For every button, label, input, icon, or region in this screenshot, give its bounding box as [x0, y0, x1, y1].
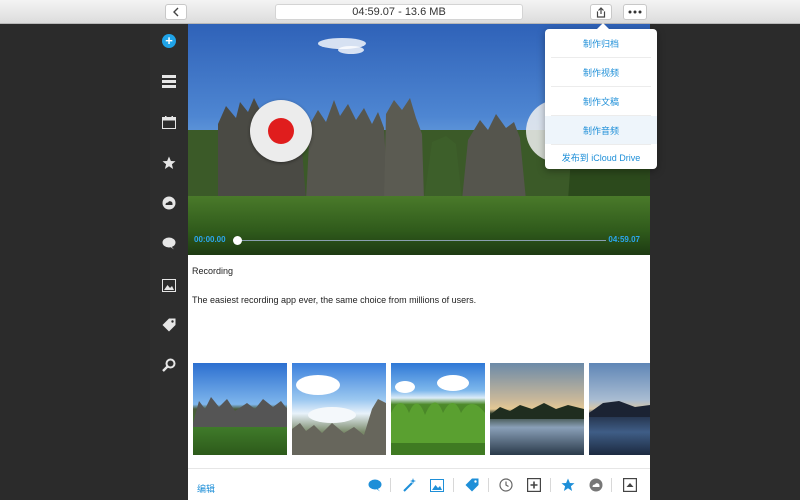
toolbar-divider [611, 478, 612, 492]
sidebar: + [150, 24, 188, 500]
lake-sunset-photo [490, 403, 584, 419]
calendar-icon [162, 115, 176, 129]
playback-progress[interactable]: 00:00.00 04:59.07 [188, 231, 650, 251]
progress-knob[interactable] [233, 236, 242, 245]
speech-bubble-icon [162, 237, 176, 249]
share-icon [596, 6, 606, 18]
photo-thumbnail[interactable] [490, 363, 584, 455]
sidebar-item-calendar[interactable] [162, 115, 176, 129]
cloud-icon [589, 478, 603, 492]
menu-item-icloud[interactable]: 发布到 iCloud Drive [545, 145, 657, 169]
menu-item-document[interactable]: 制作文稿 [545, 87, 657, 115]
magic-wand-button[interactable] [403, 478, 417, 492]
title-bar: 04:59.07 - 13.6 MB [0, 0, 800, 24]
menu-item-audio[interactable]: 制作音频 [545, 116, 657, 144]
add-attachment-button[interactable] [527, 478, 541, 492]
sidebar-item-photos[interactable] [162, 278, 176, 292]
sidebar-item-search[interactable] [162, 358, 176, 372]
toolbar-divider [453, 478, 454, 492]
photo-icon [162, 278, 176, 292]
cloud-icon [162, 196, 176, 210]
share-button[interactable] [590, 4, 612, 20]
elapsed-time: 00:00.00 [194, 235, 226, 244]
back-button[interactable] [165, 4, 187, 20]
toolbar-divider [550, 478, 551, 492]
cloud-button[interactable] [589, 478, 603, 492]
add-box-icon [527, 478, 541, 492]
image-icon [430, 478, 444, 492]
add-note-button[interactable]: + [162, 34, 176, 48]
magic-wand-icon [403, 478, 416, 492]
sidebar-item-cloud[interactable] [162, 196, 176, 210]
record-icon [268, 118, 294, 144]
chevron-left-icon [173, 7, 179, 17]
clock-icon [499, 478, 513, 492]
ellipsis-icon [628, 10, 642, 14]
duration-time: 04:59.07 [608, 235, 640, 244]
add-circle-icon: + [162, 34, 176, 48]
comment-icon [368, 479, 382, 491]
bottom-toolbar: 编辑 [188, 468, 650, 500]
photo-strip [193, 363, 650, 455]
photo-thumbnail[interactable] [193, 363, 287, 455]
search-icon [162, 358, 176, 372]
star-icon [561, 478, 575, 491]
note-body[interactable]: The easiest recording app ever, the same… [192, 295, 476, 305]
tag-button[interactable] [465, 478, 479, 492]
photo-thumbnail[interactable] [391, 363, 485, 455]
progress-track[interactable] [236, 240, 606, 241]
sky-cloud [338, 46, 364, 54]
sidebar-item-favorites[interactable] [162, 156, 176, 170]
menu-item-archive[interactable]: 制作归档 [545, 29, 657, 57]
favorite-button[interactable] [561, 478, 575, 492]
sidebar-item-notes[interactable] [162, 74, 176, 88]
sidebar-item-comments[interactable] [162, 236, 176, 250]
comment-button[interactable] [368, 478, 382, 492]
tag-icon [162, 318, 176, 332]
collapse-icon [623, 478, 637, 492]
toolbar-divider [488, 478, 489, 492]
rock-photo [193, 397, 287, 427]
reminder-button[interactable] [499, 478, 513, 492]
photo-thumbnail[interactable] [589, 363, 650, 455]
cloud-rock-photo [292, 375, 386, 455]
sidebar-item-tags[interactable] [162, 318, 176, 332]
edit-button[interactable]: 编辑 [197, 482, 215, 495]
image-button[interactable] [430, 478, 444, 492]
photo-thumbnail[interactable] [292, 363, 386, 455]
list-icon [162, 74, 176, 88]
collapse-button[interactable] [623, 478, 637, 492]
recording-title: 04:59.07 - 13.6 MB [275, 4, 523, 20]
more-button[interactable] [623, 4, 647, 20]
star-icon [162, 156, 176, 169]
menu-item-video[interactable]: 制作视频 [545, 58, 657, 86]
share-menu: 制作归档 制作视频 制作文稿 制作音频 发布到 iCloud Drive [545, 23, 657, 169]
toolbar-divider [390, 478, 391, 492]
lake-dusk-photo [589, 401, 650, 417]
note-title[interactable]: Recording [192, 266, 233, 276]
record-button[interactable] [250, 100, 312, 162]
tag-icon [465, 478, 479, 492]
cornfield-photo [391, 375, 485, 455]
